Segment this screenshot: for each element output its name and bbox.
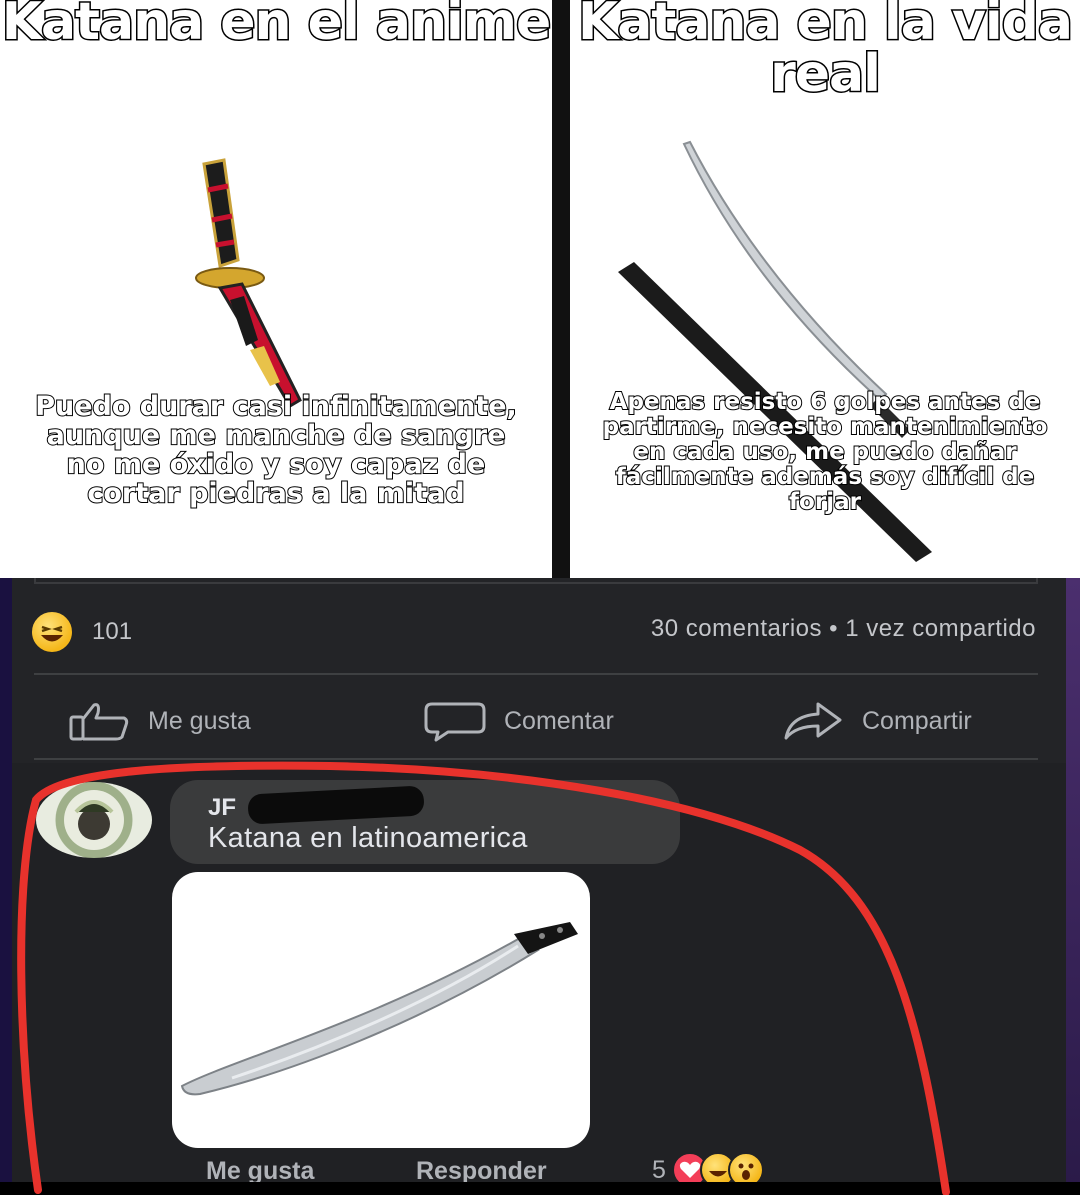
machete-icon (180, 922, 578, 1096)
anime-katana-icon (195, 158, 302, 409)
comment-button[interactable]: Comentar (424, 690, 614, 752)
meme-title-real: Katana en la vida real (577, 0, 1075, 104)
comment-bubble-icon (424, 702, 486, 742)
haha-emoji-icon (30, 610, 74, 654)
comment-reaction-count: 5 (652, 1155, 666, 1184)
commenter-avatar[interactable] (36, 782, 152, 858)
thumbs-up-icon (69, 703, 129, 741)
comment-bubble[interactable]: JF Katana en latinoamerica (170, 780, 680, 864)
screen-edge-left (0, 578, 12, 1195)
meme-panel-anime: Katana en el anime Puedo durar casi infi… (0, 0, 553, 578)
post-actions: Me gusta Comentar Compartir (0, 690, 1080, 752)
share-label: Compartir (862, 706, 972, 735)
like-label: Me gusta (148, 706, 251, 735)
image-frame (34, 578, 1038, 584)
share-button[interactable]: Compartir (782, 690, 972, 752)
divider (34, 758, 1038, 760)
reaction-count: 101 (92, 618, 133, 645)
bottom-bar (0, 1182, 1080, 1195)
post-reactions[interactable]: 101 (30, 610, 132, 654)
comment-text: Katana en latinoamerica (208, 822, 528, 854)
share-arrow-icon (784, 702, 842, 740)
meme-title-anime: Katana en el anime (0, 0, 553, 52)
screen-edge-right (1066, 578, 1080, 1195)
comment-photo[interactable] (172, 872, 590, 1148)
like-button[interactable]: Me gusta (68, 690, 251, 752)
meme-caption-anime: Puedo durar casi infinitamente, aunque m… (34, 391, 518, 509)
meme-divider (552, 0, 570, 578)
post-stats[interactable]: 30 comentarios • 1 vez compartido (651, 615, 1036, 643)
meme-caption-real: Apenas resisto 6 golpes antes de partirm… (602, 389, 1049, 516)
divider (34, 673, 1038, 675)
meme-panel-real: Katana en la vida real Apenas resisto 6 … (570, 0, 1080, 578)
meme-image[interactable]: Katana en el anime Puedo durar casi infi… (0, 0, 1080, 578)
redaction-mark (247, 785, 425, 825)
comment-author[interactable]: JF (208, 794, 236, 822)
comment-label: Comentar (504, 706, 614, 735)
